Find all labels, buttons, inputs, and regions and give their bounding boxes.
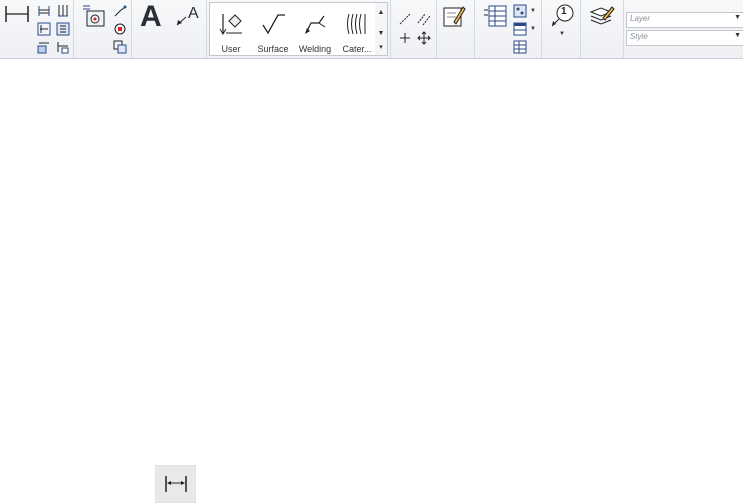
edit-group [436, 0, 475, 58]
gallery-item-surface[interactable]: Surface [252, 3, 294, 55]
layer-group [581, 0, 624, 58]
caterpillar-icon [344, 11, 370, 42]
gallery-item-label: Welding [298, 44, 332, 54]
layer-combo[interactable]: Layer ▼ [626, 12, 743, 28]
gallery-expand-icon[interactable]: ▾ [375, 43, 387, 53]
parallel-lines-icon[interactable] [417, 12, 431, 26]
scroll-down-icon[interactable]: ▼ [375, 29, 387, 39]
dimension-tool-button[interactable] [155, 465, 196, 503]
hole-table-icon[interactable] [513, 4, 527, 18]
gallery-scrollbar[interactable]: ▲ ▼ ▾ [375, 2, 388, 56]
dropdown-arrow-icon[interactable]: ▼ [559, 31, 565, 37]
balloon-group: 1 ▼ [542, 0, 581, 58]
leader-text-glyph: A [188, 5, 199, 22]
text-group: A A [132, 0, 207, 58]
ribbon-toolbar: A A User Surface Welding Cater... ▲ ▼ ▾ … [0, 0, 743, 59]
welding-symbol-icon [302, 11, 328, 42]
scroll-up-icon[interactable]: ▲ [375, 8, 387, 18]
chain-dimension-icon[interactable] [37, 22, 51, 36]
datum-target-icon[interactable] [113, 40, 127, 54]
diagonal-line-icon[interactable] [398, 12, 412, 26]
gallery-item-welding[interactable]: Welding [294, 3, 336, 55]
datum-identifier-icon[interactable] [113, 22, 127, 36]
multiline-text-icon[interactable]: A [140, 0, 162, 34]
symbol-group [74, 0, 132, 58]
crosshair-icon[interactable] [398, 31, 412, 45]
layer-combo-placeholder: Layer [630, 14, 651, 23]
linear-dimension-icon [164, 474, 188, 494]
user-marker-icon [218, 11, 244, 42]
gallery-item-label: User [221, 44, 241, 54]
style-combo[interactable]: Style ▼ [626, 30, 743, 46]
edit-pencil-icon[interactable] [442, 4, 466, 28]
dimension-group [0, 0, 74, 58]
symbol-gallery: User Surface Welding Cater... [209, 2, 377, 56]
move-arrows-icon[interactable] [417, 31, 431, 45]
line-tools-group [390, 0, 437, 58]
gallery-item-label: Surface [257, 44, 289, 54]
surface-finish-icon [260, 11, 286, 42]
dimension-break-icon[interactable] [37, 40, 51, 54]
chevron-down-icon[interactable]: ▼ [734, 32, 741, 39]
general-table-icon[interactable] [513, 40, 527, 54]
gallery-item-user[interactable]: User [210, 3, 252, 55]
balloon-number: 1 [561, 6, 567, 17]
ordinate-dimension-icon[interactable] [56, 22, 70, 36]
revision-table-icon[interactable] [513, 22, 527, 36]
parts-list-icon[interactable] [483, 4, 507, 28]
centermark-icon[interactable] [113, 4, 127, 18]
feature-control-frame-icon[interactable] [82, 4, 106, 28]
style-combo-placeholder: Style [630, 32, 648, 41]
dropdown-arrow-icon[interactable]: ▼ [530, 26, 536, 32]
linear-dimension-icon[interactable] [4, 4, 30, 24]
gallery-item-caterpillar[interactable]: Cater... [336, 3, 378, 55]
dimension-space-icon[interactable] [56, 40, 70, 54]
baseline-dimension-icon[interactable] [56, 4, 70, 18]
aligned-dimension-icon[interactable] [37, 4, 51, 18]
gallery-item-label: Cater... [342, 44, 372, 54]
dropdown-arrow-icon[interactable]: ▼ [530, 8, 536, 14]
layer-edit-icon[interactable] [589, 4, 615, 26]
table-group: ▼ ▼ [475, 0, 542, 58]
chevron-down-icon[interactable]: ▼ [734, 14, 741, 21]
